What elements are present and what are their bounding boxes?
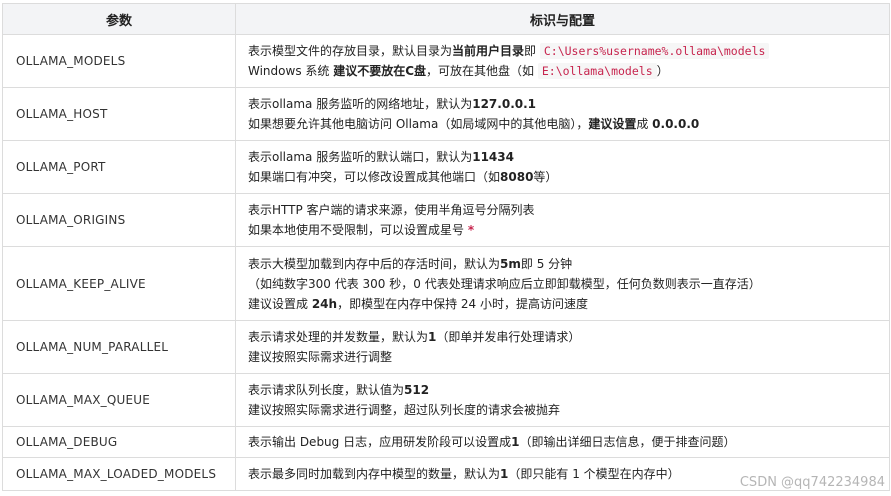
desc-text: Windows 系统 bbox=[248, 64, 334, 78]
table-row: OLLAMA_MAX_QUEUE 表示请求队列长度，默认值为512 建议按照实际… bbox=[2, 373, 890, 427]
param-desc: 表示大模型加载到内存中后的存活时间，默认为5m即 5 分钟 （如纯数字300 代… bbox=[235, 246, 890, 321]
desc-text: 即 5 分钟 bbox=[520, 256, 573, 271]
desc-text: （即单并发串行处理请求） bbox=[436, 330, 581, 344]
desc-text: 成 bbox=[636, 117, 653, 131]
asterisk-value: * bbox=[467, 223, 475, 237]
desc-bold: 建议不要放在C盘 bbox=[333, 64, 427, 78]
param-desc: 表示请求队列长度，默认值为512 建议按照实际需求进行调整，超过队列长度的请求会… bbox=[235, 373, 890, 427]
desc-text: 如果本地使用不受限制，可以设置成星号 bbox=[248, 223, 468, 237]
param-desc: 表示HTTP 客户端的请求来源，使用半角逗号分隔列表 如果本地使用不受限制，可以… bbox=[235, 193, 890, 247]
desc-bold: 8080 bbox=[500, 170, 534, 184]
desc-text: ，可放在其他盘（如 bbox=[426, 64, 538, 78]
param-desc: 表示输出 Debug 日志，应用研发阶段可以设置成1（即输出详细日志信息，便于排… bbox=[235, 426, 890, 458]
param-desc: 表示最多同时加载到内存中模型的数量，默认为1（即只能有 1 个模型在内存中） bbox=[235, 457, 890, 491]
table-header-row: 参数 标识与配置 bbox=[2, 3, 890, 35]
desc-text: 表示大模型加载到内存中后的存活时间，默认为 bbox=[248, 256, 501, 271]
param-desc: 表示请求处理的并发数量，默认为1（即单并发串行处理请求） 建议按照实际需求进行调… bbox=[235, 320, 890, 374]
param-name: OLLAMA_MAX_QUEUE bbox=[2, 373, 236, 427]
config-table: 参数 标识与配置 OLLAMA_MODELS 表示模型文件的存放目录，默认目录为… bbox=[2, 3, 890, 491]
table-row: OLLAMA_MODELS 表示模型文件的存放目录，默认目录为当前用户目录即 C… bbox=[2, 34, 890, 88]
path-code: E:\ollama\models bbox=[537, 63, 657, 79]
table-row: OLLAMA_DEBUG 表示输出 Debug 日志，应用研发阶段可以设置成1（… bbox=[2, 426, 890, 458]
desc-text: （即输出详细日志信息，便于排查问题） bbox=[519, 435, 736, 449]
header-param: 参数 bbox=[2, 3, 236, 35]
desc-text: 建议按照实际需求进行调整 bbox=[248, 350, 393, 364]
table-row: OLLAMA_KEEP_ALIVE 表示大模型加载到内存中后的存活时间，默认为5… bbox=[2, 246, 890, 321]
desc-text: 即 bbox=[524, 44, 540, 58]
desc-text: 建议按照实际需求进行调整，超过队列长度的请求会被抛弃 bbox=[248, 403, 561, 417]
desc-text: 如果端口有冲突，可以修改设置成其他端口（如 bbox=[248, 170, 501, 184]
desc-text: （如纯数字300 代表 300 秒，0 代表处理请求响应后立即卸载模型，任何负数… bbox=[248, 276, 761, 291]
desc-bold: 建议设置 bbox=[588, 117, 637, 131]
table-row: OLLAMA_HOST 表示ollama 服务监听的网络地址，默认为127.0.… bbox=[2, 87, 890, 141]
param-desc: 表示ollama 服务监听的默认端口，默认为11434 如果端口有冲突，可以修改… bbox=[235, 140, 890, 194]
desc-bold: 512 bbox=[404, 383, 430, 397]
table-row: OLLAMA_ORIGINS 表示HTTP 客户端的请求来源，使用半角逗号分隔列… bbox=[2, 193, 890, 247]
path-code: C:\Users%username%.ollama\models bbox=[539, 43, 770, 59]
desc-text: ，即模型在内存中保持 24 小时，提高访问速度 bbox=[337, 296, 588, 311]
desc-text: 表示输出 Debug 日志，应用研发阶段可以设置成 bbox=[248, 435, 512, 449]
desc-text: 建议设置成 bbox=[248, 296, 312, 311]
desc-text: 表示模型文件的存放目录，默认目录为 bbox=[248, 44, 453, 58]
param-name: OLLAMA_MAX_LOADED_MODELS bbox=[2, 457, 236, 491]
desc-text: 表示最多同时加载到内存中模型的数量，默认为 bbox=[248, 467, 501, 481]
desc-text: 等） bbox=[533, 170, 558, 184]
param-name: OLLAMA_NUM_PARALLEL bbox=[2, 320, 236, 374]
desc-text: 表示请求处理的并发数量，默认为 bbox=[248, 330, 429, 344]
param-name: OLLAMA_MODELS bbox=[2, 34, 236, 88]
desc-text: 表示ollama 服务监听的默认端口，默认为 bbox=[248, 150, 473, 164]
desc-bold: 当前用户目录 bbox=[452, 44, 525, 58]
param-name: OLLAMA_PORT bbox=[2, 140, 236, 194]
desc-bold: 0.0.0.0 bbox=[652, 117, 700, 131]
desc-bold: 11434 bbox=[472, 150, 514, 164]
table-row: OLLAMA_NUM_PARALLEL 表示请求处理的并发数量，默认为1（即单并… bbox=[2, 320, 890, 374]
param-desc: 表示模型文件的存放目录，默认目录为当前用户目录即 C:\Users%userna… bbox=[235, 34, 890, 88]
desc-text: 表示请求队列长度，默认值为 bbox=[248, 383, 405, 397]
param-name: OLLAMA_HOST bbox=[2, 87, 236, 141]
desc-text: 如果想要允许其他电脑访问 Ollama（如局域网中的其他电脑）， bbox=[248, 117, 589, 131]
desc-text: 表示HTTP 客户端的请求来源，使用半角逗号分隔列表 bbox=[248, 203, 535, 217]
desc-text: 表示ollama 服务监听的网络地址，默认为 bbox=[248, 97, 473, 111]
desc-bold: 5m bbox=[500, 256, 521, 271]
desc-text: （即只能有 1 个模型在内存中） bbox=[508, 467, 680, 481]
table-row: OLLAMA_PORT 表示ollama 服务监听的默认端口，默认为11434 … bbox=[2, 140, 890, 194]
param-name: OLLAMA_DEBUG bbox=[2, 426, 236, 458]
param-name: OLLAMA_KEEP_ALIVE bbox=[2, 246, 236, 321]
param-desc: 表示ollama 服务监听的网络地址，默认为127.0.0.1 如果想要允许其他… bbox=[235, 87, 890, 141]
desc-text: ） bbox=[656, 64, 669, 78]
param-name: OLLAMA_ORIGINS bbox=[2, 193, 236, 247]
desc-bold: 127.0.0.1 bbox=[472, 97, 537, 111]
table-row: OLLAMA_MAX_LOADED_MODELS 表示最多同时加载到内存中模型的… bbox=[2, 457, 890, 491]
desc-bold: 24h bbox=[311, 296, 338, 311]
header-desc: 标识与配置 bbox=[235, 3, 890, 35]
